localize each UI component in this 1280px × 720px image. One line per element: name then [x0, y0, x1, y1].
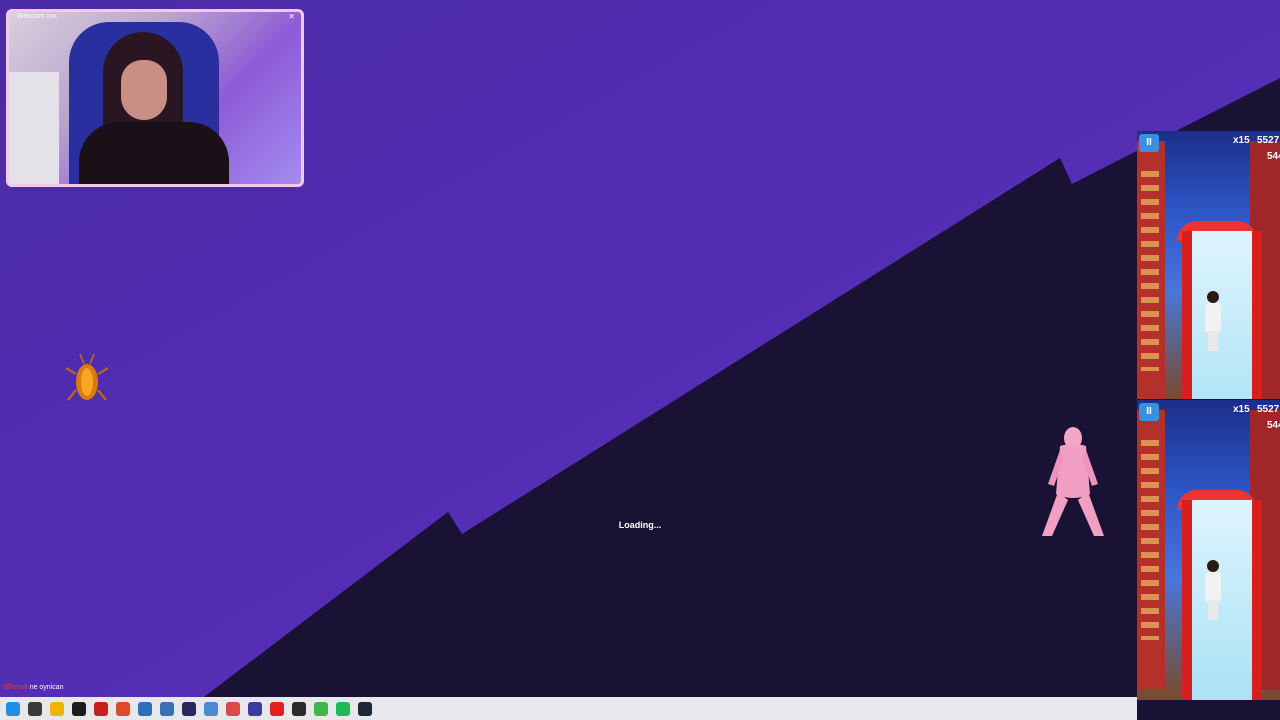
runner-character [1205, 560, 1221, 620]
file-explorer-icon[interactable] [50, 701, 64, 716]
search-icon[interactable] [28, 701, 42, 716]
epic-icon[interactable] [292, 701, 306, 716]
streamer-face [121, 60, 167, 120]
adobe-icon[interactable] [182, 701, 196, 716]
pink-monster-sprite [1042, 427, 1104, 536]
opera-icon[interactable] [270, 701, 284, 716]
loading-text: Loading... [618, 520, 662, 530]
chat-text: ne oynican [29, 684, 64, 691]
pause-button[interactable]: II [1139, 134, 1159, 152]
cockroach-sprite [65, 353, 109, 401]
obs-icon[interactable] [72, 701, 86, 716]
webcam-overlay: Webcam xxx ✕ [6, 9, 304, 187]
discord-icon[interactable] [248, 701, 262, 716]
pause-button[interactable]: II [1139, 403, 1159, 421]
app-red-icon[interactable] [94, 701, 108, 716]
building-left [1137, 141, 1165, 399]
chrome-icon[interactable] [226, 701, 240, 716]
windows-start-icon[interactable] [6, 701, 20, 716]
taskbar [0, 697, 1137, 720]
score-value: 5527 [1257, 404, 1280, 415]
score-value: 5527 [1257, 135, 1280, 146]
spotify-icon[interactable] [336, 701, 350, 716]
webcam-title: Webcam xxx [17, 13, 57, 20]
streamer-body [79, 122, 229, 184]
coin-value: 544 [1267, 420, 1280, 431]
game-green-icon[interactable] [314, 701, 328, 716]
chat-message: dResult ne oynican [4, 683, 64, 693]
score-multiplier: x15 [1233, 404, 1250, 415]
runner-character [1205, 291, 1221, 351]
building-left [1137, 410, 1165, 690]
coin-value: 544 [1267, 151, 1280, 162]
photo-app-icon[interactable] [138, 701, 152, 716]
doc-icon[interactable] [204, 701, 218, 716]
game-panel-top[interactable]: II x15 5527 544 [1137, 131, 1280, 399]
chat-username: dResult [4, 684, 28, 691]
webcam-shelf [9, 72, 59, 184]
train-roof-track [1182, 500, 1262, 700]
steam-icon[interactable] [358, 701, 372, 716]
train-roof-track [1182, 231, 1262, 399]
window-icon[interactable] [160, 701, 174, 716]
score-multiplier: x15 [1233, 135, 1250, 146]
close-icon[interactable]: ✕ [288, 12, 295, 22]
browser-icon[interactable] [116, 701, 130, 716]
game-panel-bottom[interactable]: II x15 5527 544 [1137, 400, 1280, 700]
